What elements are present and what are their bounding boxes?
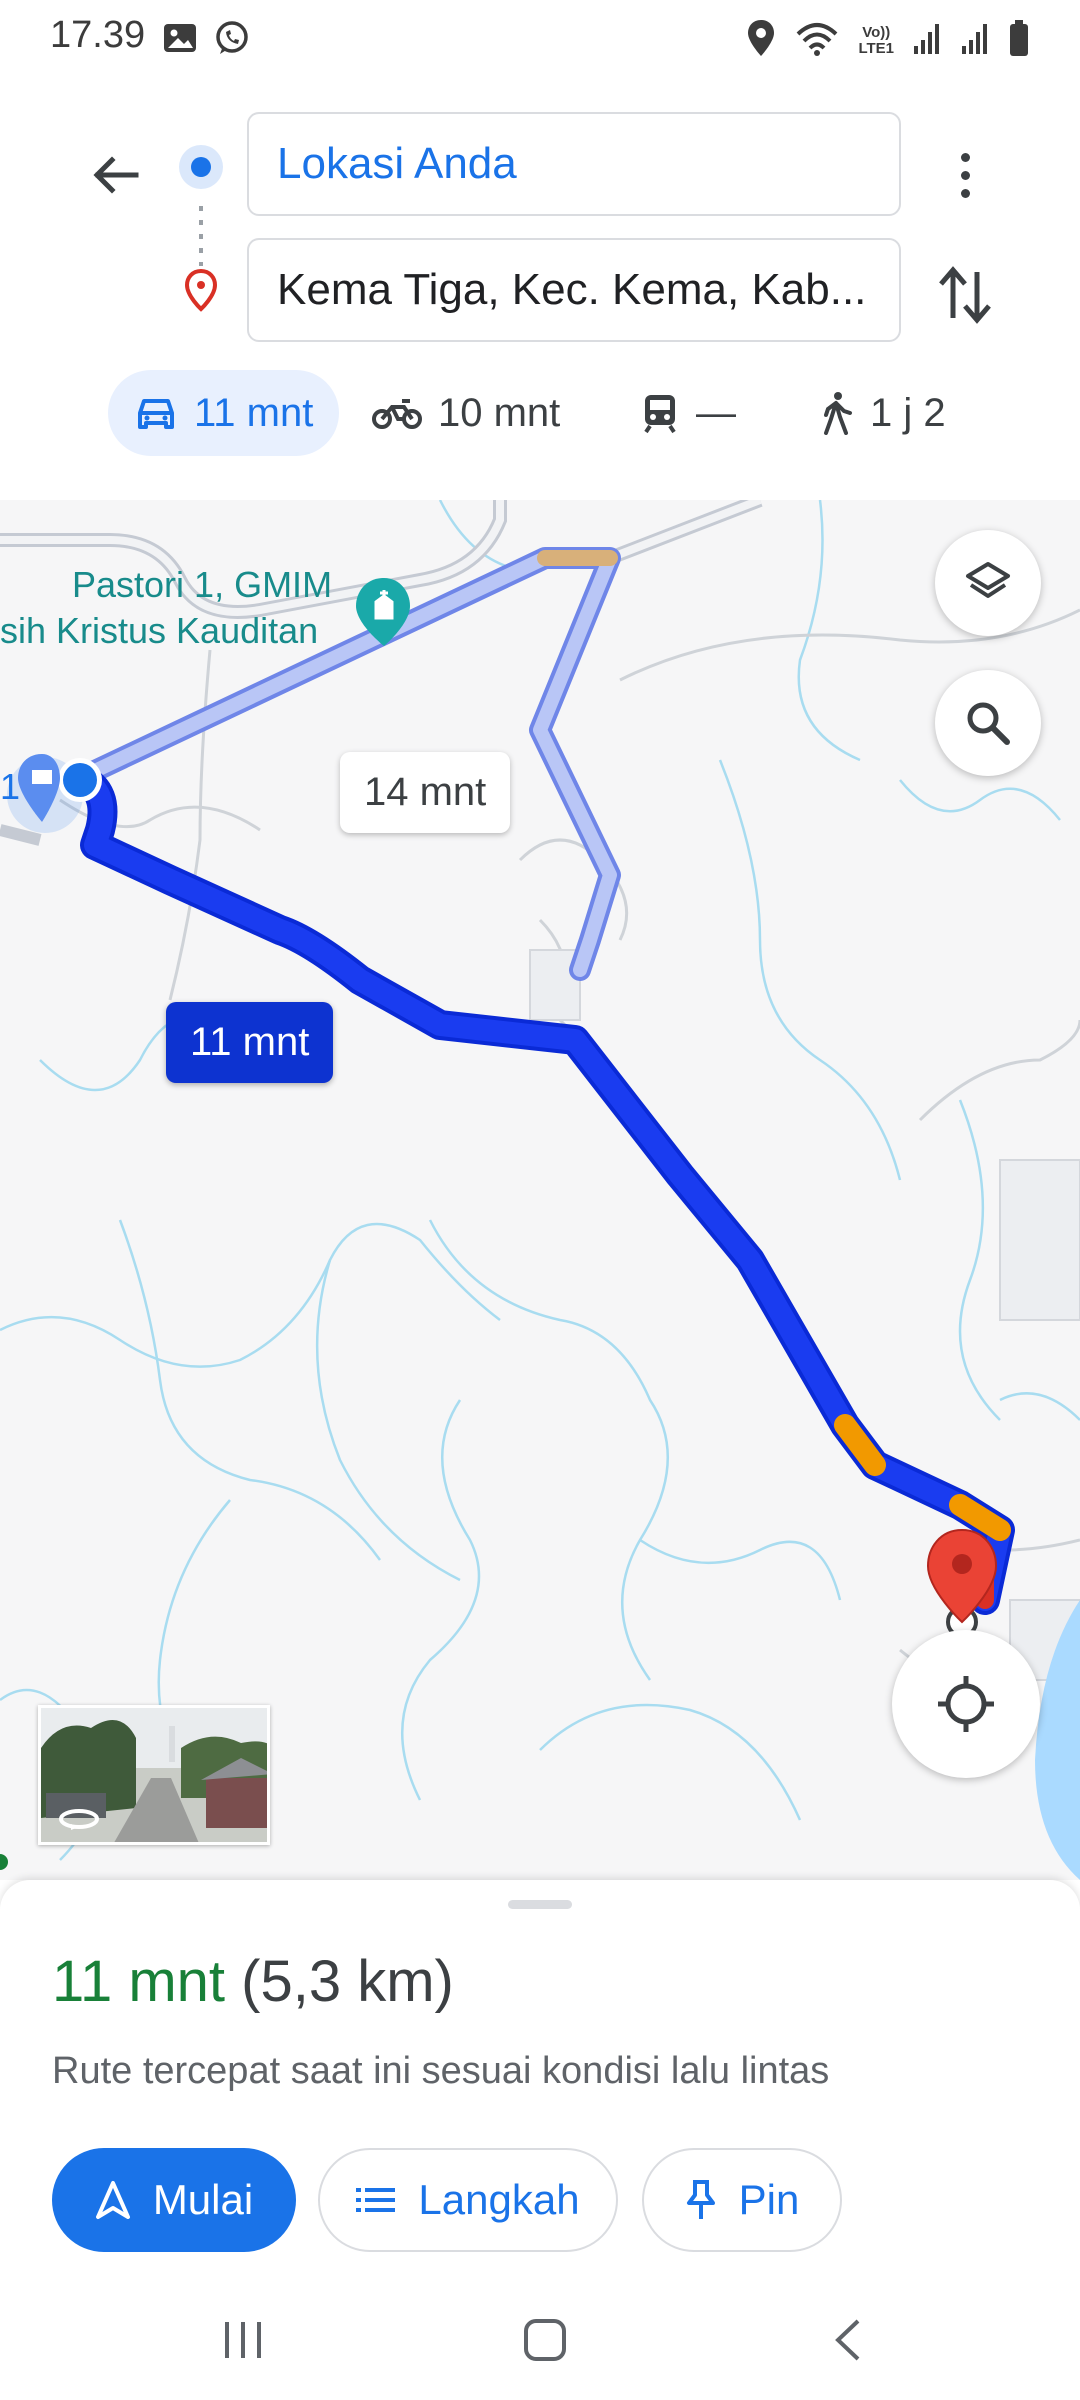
my-location-button[interactable] [892,1630,1040,1778]
edge-label: 1 [0,766,21,807]
mode-driving-label: 11 mnt [194,390,314,435]
system-navigation-bar [0,2270,1080,2400]
mode-driving[interactable]: 11 mnt [108,370,340,456]
home-icon [524,2319,566,2361]
status-bar: 17.39 Vo)) LTE1 [0,0,1080,80]
mode-transit-label: — [696,390,736,435]
origin-input[interactable]: Lokasi Anda [247,112,901,216]
search-icon [967,702,1010,745]
street-view-thumbnail[interactable] [38,1705,270,1845]
route-duration: 11 mnt [52,1949,226,2014]
destination-pin-icon [183,268,219,317]
motorcycle-icon [372,399,422,429]
route-summary: 11 mnt (5,3 km) [52,1948,454,2015]
list-icon [356,2188,396,2212]
mode-walking-label: 1 j 2 [870,390,946,435]
map-view[interactable]: Pastori 1, GMIM sih Kristus Kauditan 1 1… [0,500,1080,1880]
start-button[interactable]: Mulai [52,2148,296,2252]
origin-dot-icon [179,145,223,189]
main-route-label[interactable]: 11 mnt [166,1002,334,1083]
mode-motorcycle[interactable]: 10 mnt [372,370,560,456]
mode-motorcycle-label: 10 mnt [438,390,561,435]
network-label-bottom: LTE1 [858,39,894,57]
360-view-icon [59,1809,99,1830]
signal-icon [912,20,942,61]
location-icon [746,18,776,63]
place-label-line2[interactable]: sih Kristus Kauditan [0,610,318,652]
alt-route-label[interactable]: 14 mnt [340,752,511,833]
more-vert-icon [960,170,970,180]
back-nav-button[interactable] [818,2310,878,2370]
swap-vert-icon [939,266,991,324]
status-time: 17.39 [50,14,146,56]
more-vert-icon [960,152,970,162]
route-description: Rute tercepat saat ini sesuai kondisi la… [52,2050,830,2092]
layers-icon [966,562,1010,598]
pin-button[interactable]: Pin [642,2148,842,2252]
status-right-icons: Vo)) LTE1 [746,18,1030,63]
pin-button-label: Pin [738,2176,800,2223]
home-button[interactable] [515,2310,575,2370]
more-options-button[interactable] [940,140,990,210]
mode-walking[interactable]: 1 j 2 [818,370,946,456]
mode-transit[interactable]: — [640,370,736,456]
image-icon [160,18,200,63]
steps-button[interactable]: Langkah [318,2148,618,2252]
sheet-drag-handle[interactable] [508,1900,572,1909]
travel-modes: 11 mnt 10 mnt — 1 j 2 [0,370,1080,460]
back-button[interactable] [80,140,150,210]
steps-button-label: Langkah [418,2176,580,2223]
main-route [65,763,1015,1615]
route-distance: (5,3 km) [241,1949,454,2014]
status-left-icons [160,18,252,63]
directions-header: Lokasi Anda Kema Tiga, Kec. Kema, Kab...… [0,80,1080,500]
navigation-arrow-icon [95,2181,130,2219]
car-icon [138,399,174,429]
route-connector [199,206,203,266]
recents-button[interactable] [213,2310,273,2370]
battery-icon [1008,19,1030,62]
wifi-icon [794,18,840,63]
screen: 17.39 Vo)) LTE1 Lokasi Anda Kema Tiga, K… [0,0,1080,2400]
swap-button[interactable] [935,260,995,330]
place-label-line1[interactable]: Pastori 1, GMIM [72,564,332,606]
train-icon [644,395,676,434]
more-vert-icon [960,188,970,198]
back-icon [835,2319,860,2361]
recents-icon [225,2322,261,2358]
search-along-route-button[interactable] [935,670,1041,776]
layers-button[interactable] [935,530,1041,636]
pushpin-icon [686,2180,715,2219]
whatsapp-icon [212,18,252,63]
network-label-top: Vo)) [862,23,891,41]
walk-icon [824,392,852,435]
my-location-icon [938,1676,994,1732]
signal-icon [960,20,990,61]
destination-input[interactable]: Kema Tiga, Kec. Kema, Kab... [247,238,901,342]
start-button-label: Mulai [152,2176,254,2223]
arrow-back-icon [93,156,139,194]
volte-icon: Vo)) LTE1 [858,23,894,57]
